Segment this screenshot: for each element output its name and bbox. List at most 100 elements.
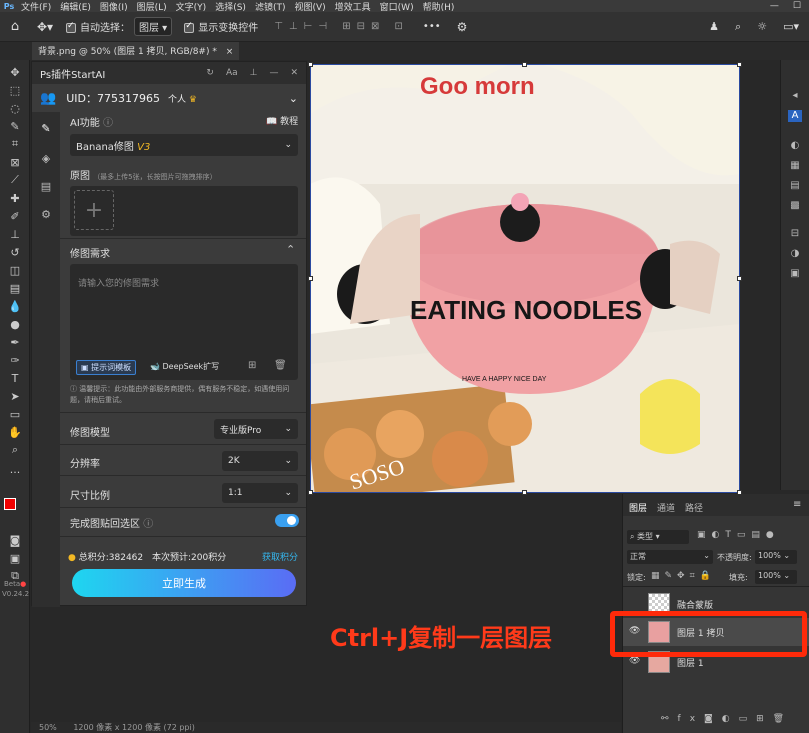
quick-select-tool-icon[interactable]: ✎ [5, 118, 25, 134]
plugin-a-icon[interactable]: A [788, 110, 802, 122]
lock-icons[interactable]: ▦✎✥⌗🔒 [651, 571, 716, 581]
show-transform-checkbox[interactable]: 显示变换控件 [184, 19, 258, 34]
workspace-icon[interactable]: ▭▾ [783, 20, 799, 34]
lasso-tool-icon[interactable]: ◌ [5, 100, 25, 116]
menu-type[interactable]: 文字(Y) [173, 0, 213, 13]
chevron-up-icon[interactable]: ⌃ [286, 243, 295, 256]
dodge-tool-icon[interactable]: ● [5, 316, 25, 332]
menu-layer[interactable]: 图层(L) [134, 0, 173, 13]
more-options[interactable]: ••• [423, 21, 441, 32]
rectangle-tool-icon[interactable]: ▭ [5, 406, 25, 422]
settings-icon[interactable]: ⚙ [39, 208, 53, 222]
more-tools-icon[interactable]: ··· [5, 464, 25, 480]
transform-handle[interactable] [308, 490, 313, 495]
path-select-tool-icon[interactable]: ➤ [5, 388, 25, 404]
transform-handle[interactable] [737, 62, 742, 67]
close-icon[interactable]: ✕ [290, 68, 298, 78]
collapse-icon[interactable]: ◂ [788, 90, 802, 102]
tutorial-link[interactable]: 📖 教程 [266, 114, 298, 127]
trash-icon[interactable]: 🗑 [274, 360, 287, 371]
transform-handle[interactable] [522, 490, 527, 495]
hand-tool-icon[interactable]: ✋ [5, 424, 25, 440]
resolution-select[interactable]: 2K ⌄ [222, 451, 298, 471]
canvas-image[interactable]: EATING NOODLES HAVE A HAPPY NICE DAY Goo… [310, 64, 740, 493]
screen-mode-icon[interactable]: ▣ [5, 550, 25, 566]
minimize-icon[interactable]: — [269, 68, 278, 78]
menu-help[interactable]: 帮助(H) [420, 0, 461, 13]
crop-tool-icon[interactable]: ⌗ [5, 136, 25, 152]
menu-select[interactable]: 选择(S) [212, 0, 252, 13]
minimize-icon[interactable]: — [770, 1, 779, 11]
prompt-template-button[interactable]: ▣ 提示词模板 [76, 360, 137, 375]
frame-tool-icon[interactable]: ⊠ [5, 154, 25, 170]
ai-model-select[interactable]: Banana修图 V3 ⌄ [70, 134, 298, 156]
zoom-level[interactable]: 50% [39, 723, 57, 732]
fill-input[interactable]: 100% ⌄ [755, 570, 797, 584]
document-tab[interactable]: 背景.png @ 50% (图层 1 拷贝, RGB/8#) * × [32, 42, 240, 60]
aspect-ratio-select[interactable]: 1:1 ⌄ [222, 483, 298, 503]
search-icon[interactable]: ⌕ [735, 20, 741, 34]
quick-mask-icon[interactable]: ◙ [5, 532, 25, 548]
stamp-tool-icon[interactable]: ⊥ [5, 226, 25, 242]
menu-edit[interactable]: 编辑(E) [57, 0, 97, 13]
menu-plugins[interactable]: 增效工具 [332, 0, 377, 13]
refresh-icon[interactable]: ↻ [206, 68, 214, 78]
font-size-icon[interactable]: Aa [226, 68, 238, 78]
layer-actions-icons[interactable]: ⚯fx◙◐▭⊞🗑 [661, 714, 793, 724]
pen-tool-icon[interactable]: ✒ [5, 334, 25, 350]
close-tab-icon[interactable]: × [226, 47, 234, 57]
zoom-tool-icon[interactable]: ⌕ [5, 442, 25, 458]
pen-tool-2-icon[interactable]: ✑ [5, 352, 25, 368]
chevron-down-icon[interactable]: ⌄ [289, 92, 298, 105]
gradient-icon[interactable]: ▤ [788, 180, 802, 192]
blend-mode-dropdown[interactable]: 正常 ⌄ [627, 550, 713, 564]
type-tool-icon[interactable]: T [5, 370, 25, 386]
transform-handle[interactable] [308, 276, 313, 281]
menu-file[interactable]: 文件(F) [18, 0, 57, 13]
history-brush-icon[interactable]: ↺ [5, 244, 25, 260]
eraser-tool-icon[interactable]: ◫ [5, 262, 25, 278]
layer-filter-dropdown[interactable]: ⌕ 类型 ▾ [627, 530, 689, 544]
blur-tool-icon[interactable]: 💧 [5, 298, 25, 314]
opacity-input[interactable]: 100% ⌄ [755, 550, 797, 564]
palette-icon[interactable]: ◐ [788, 140, 802, 152]
transform-handle[interactable] [737, 276, 742, 281]
gradient-tool-icon[interactable]: ▤ [5, 280, 25, 296]
paste-back-toggle[interactable] [275, 514, 299, 527]
layers-stack-icon[interactable]: ◈ [39, 152, 53, 166]
transform-handle[interactable] [522, 62, 527, 67]
menu-window[interactable]: 窗口(W) [377, 0, 420, 13]
align-icons[interactable]: ⊤⊥⊢⊣ ⊞⊟⊠ ⊡ [274, 21, 409, 32]
healing-brush-icon[interactable]: ✚ [5, 190, 25, 206]
brush-tool-icon[interactable]: ✐ [5, 208, 25, 224]
upload-button[interactable]: + [74, 190, 114, 230]
move-tool-icon[interactable]: ✥▾ [30, 20, 60, 34]
properties-icon[interactable]: ⊟ [788, 228, 802, 240]
home-icon[interactable]: ⌂ [0, 19, 30, 34]
get-points-link[interactable]: 获取积分 [262, 550, 298, 563]
eye-icon[interactable]: 👁 [629, 656, 640, 666]
marquee-tool-icon[interactable]: ⬚ [5, 82, 25, 98]
requirement-textarea[interactable]: 请输入您的修图需求 ▣ 提示词模板 🐋 DeepSeek扩写 ⊞ 🗑 [70, 264, 298, 380]
lightbulb-icon[interactable]: ☼ [757, 20, 767, 34]
generate-button[interactable]: 立即生成 [72, 569, 296, 597]
filter-icons[interactable]: ▣◐T▭▤● [697, 530, 780, 540]
auto-select-checkbox[interactable]: 自动选择： [66, 19, 130, 34]
history-icon[interactable]: ⊞ [248, 360, 256, 371]
auto-select-dropdown[interactable]: 图层 ▾ [134, 17, 173, 36]
swatches-icon[interactable]: ▦ [788, 160, 802, 172]
repair-model-select[interactable]: 专业版Pro ⌄ [214, 419, 298, 439]
maximize-icon[interactable]: ☐ [793, 1, 801, 11]
deepseek-button[interactable]: 🐋 DeepSeek扩写 [150, 361, 219, 372]
menu-image[interactable]: 图像(I) [97, 0, 134, 13]
adjustments-icon[interactable]: ◑ [788, 248, 802, 260]
foreground-color-swatch[interactable] [4, 498, 16, 510]
tab-layers[interactable]: 图层 [629, 501, 647, 514]
tab-paths[interactable]: 路径 [685, 501, 703, 514]
menu-view[interactable]: 视图(V) [291, 0, 331, 13]
notification-icon[interactable]: ♟ [709, 20, 719, 34]
edit-icon[interactable]: ✎ [39, 122, 53, 136]
settings-gear-icon[interactable]: ⚙ [457, 20, 468, 34]
document-icon[interactable]: ▤ [39, 180, 53, 194]
tab-channels[interactable]: 通道 [657, 501, 675, 514]
